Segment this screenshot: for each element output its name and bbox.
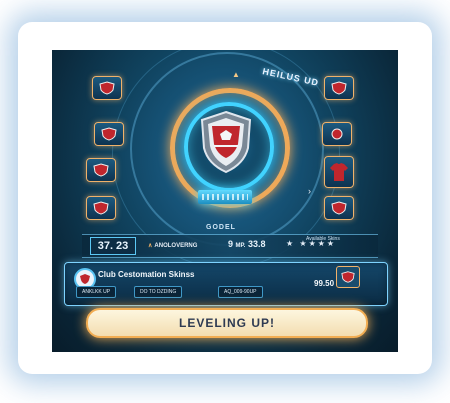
crest-tile-icon: [93, 201, 109, 215]
crest-tile-right-4[interactable]: [324, 196, 354, 220]
panel-button-3[interactable]: AQ_009-90UP: [218, 286, 263, 298]
mp-stat: 9 MP. 33.8: [228, 239, 265, 249]
crest-tile-icon: [99, 81, 115, 95]
shield-icon: [80, 274, 90, 284]
crest-tile-icon: [93, 163, 109, 177]
crest-tile-icon: [331, 81, 347, 95]
crest-tile-icon: [331, 128, 343, 140]
team-crest-icon[interactable]: [198, 110, 254, 174]
jersey-tile-icon: [330, 163, 348, 181]
skin-preview-tile[interactable]: [336, 266, 360, 288]
game-screen: ▲ HEILUS UD GODEL › 37. 23 ∧ ANOLOVERNG …: [52, 50, 398, 352]
mp-score: 33.8: [247, 239, 266, 249]
mode-label: GODEL: [206, 224, 236, 231]
price-value: 99.50: [314, 279, 335, 288]
level-value: 37. 23: [90, 237, 136, 255]
mp-unit: MP.: [235, 243, 246, 249]
jersey-tile[interactable]: [324, 156, 354, 188]
crest-tile-left-2[interactable]: [94, 122, 124, 146]
mp-value: 9: [228, 239, 234, 249]
crest-tile-left-1[interactable]: [92, 76, 122, 100]
available-skins-label: Available Skins: [306, 236, 340, 242]
crest-tile-icon: [341, 271, 355, 283]
panel-title: Club Cestomation Skinss: [98, 270, 195, 279]
hud-arrow-icon: ▲: [232, 70, 240, 79]
panel-button-2[interactable]: DO TO DZDING: [134, 286, 183, 298]
crest-tile-icon: [331, 201, 347, 215]
crest-tile-right-1[interactable]: [324, 76, 354, 100]
crest-tile-icon: [101, 127, 117, 141]
crest-tile-right-2[interactable]: [322, 122, 352, 146]
panel-button-1[interactable]: ANKLKK UP: [76, 286, 117, 298]
chevron-up-icon: ∧: [148, 243, 153, 249]
leveling-up-button[interactable]: LEVELING UP!: [86, 308, 368, 338]
mode-stat: ∧ ANOLOVERNG: [148, 242, 197, 249]
crest-tile-left-3[interactable]: [86, 158, 116, 182]
crest-tile-left-4[interactable]: [86, 196, 116, 220]
platform-lines: [202, 194, 248, 200]
next-arrow-icon[interactable]: ›: [308, 186, 311, 196]
mode-stat-label: ANOLOVERNG: [154, 243, 198, 249]
